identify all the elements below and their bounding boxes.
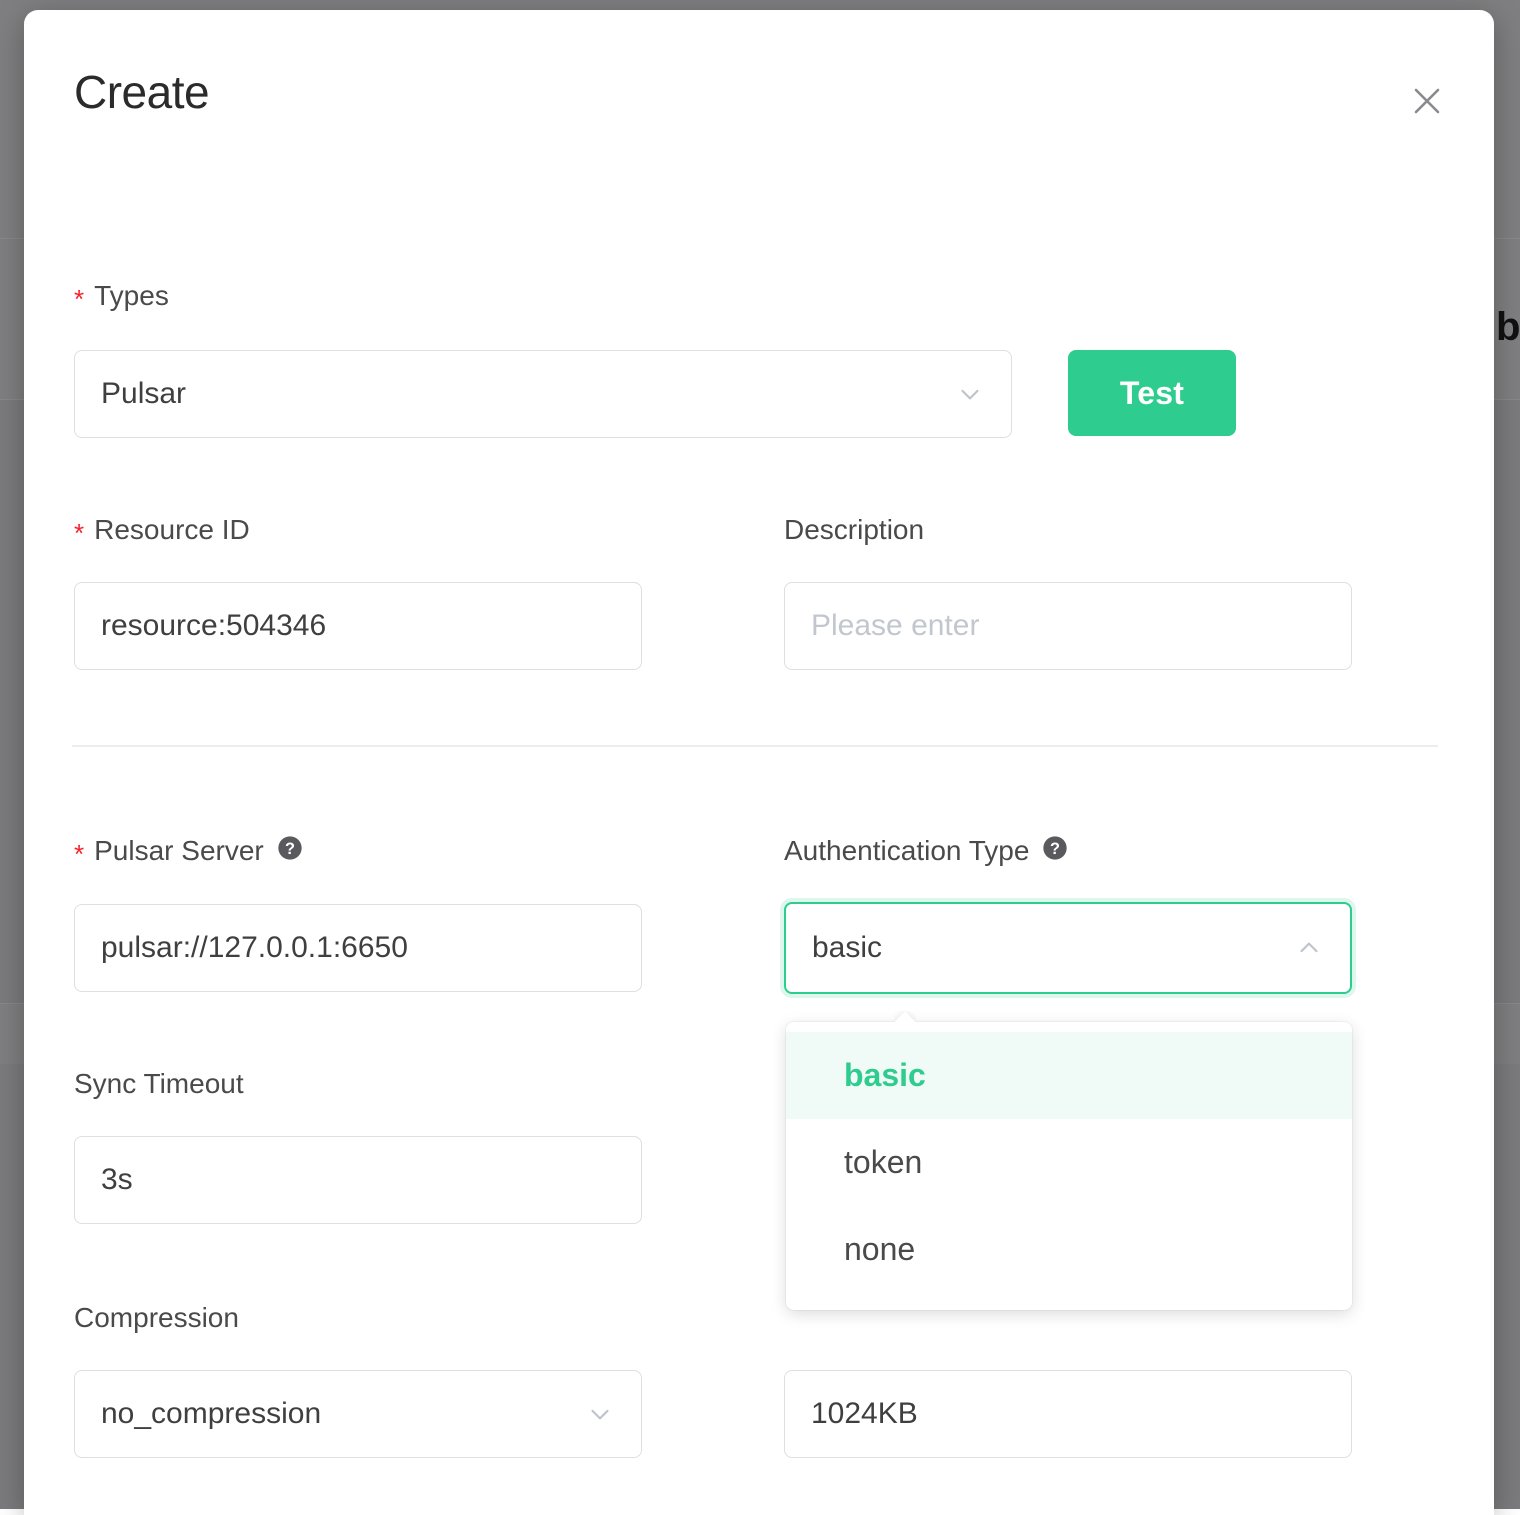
dialog-title: Create (74, 65, 209, 119)
svg-text:?: ? (285, 840, 295, 858)
sync-timeout-value: 3s (101, 1163, 615, 1197)
authentication-type-label: Authentication Type? (784, 836, 1069, 869)
dropdown-option-none[interactable]: none (786, 1206, 1352, 1293)
batch-size-input[interactable]: 1024KB (784, 1370, 1352, 1458)
pulsar-server-value: pulsar://127.0.0.1:6650 (101, 931, 615, 965)
description-label: Description (784, 516, 924, 544)
batch-size-value: 1024KB (811, 1397, 1325, 1431)
dropdown-caret-icon (894, 1011, 916, 1022)
question-circle-icon[interactable]: ? (1041, 834, 1069, 867)
pulsar-server-label: * Pulsar Server? (74, 836, 304, 869)
pulsar-server-label-text: Pulsar Server (94, 835, 264, 866)
resource-id-label-text: Resource ID (94, 514, 250, 545)
authentication-type-select[interactable]: basic (784, 902, 1352, 994)
description-placeholder: Please enter (811, 609, 1325, 643)
description-input[interactable]: Please enter (784, 582, 1352, 670)
question-circle-icon[interactable]: ? (276, 834, 304, 867)
dropdown-option-basic[interactable]: basic (786, 1032, 1352, 1119)
types-select-value: Pulsar (101, 377, 955, 411)
authentication-type-value: basic (812, 931, 1294, 965)
authentication-type-label-text: Authentication Type (784, 835, 1029, 866)
compression-select[interactable]: no_compression (74, 1370, 642, 1458)
background-text-fragment: b (1496, 305, 1520, 350)
sync-timeout-label: Sync Timeout (74, 1070, 244, 1098)
compression-label: Compression (74, 1304, 239, 1332)
close-icon[interactable] (1404, 78, 1450, 124)
required-marker: * (74, 839, 84, 869)
required-marker: * (74, 518, 84, 548)
section-divider (72, 745, 1438, 747)
types-label-text: Types (94, 280, 169, 311)
resource-id-value: resource:504346 (101, 609, 615, 643)
test-button[interactable]: Test (1068, 350, 1236, 436)
compression-value: no_compression (101, 1397, 585, 1431)
types-label: *Types (74, 282, 169, 310)
authentication-type-dropdown: basic token none (786, 1022, 1352, 1310)
chevron-down-icon (585, 1399, 615, 1429)
types-select[interactable]: Pulsar (74, 350, 1012, 438)
chevron-down-icon (955, 379, 985, 409)
chevron-up-icon (1294, 933, 1324, 963)
required-marker: * (74, 284, 84, 314)
dropdown-option-token[interactable]: token (786, 1119, 1352, 1206)
resource-id-label: *Resource ID (74, 516, 250, 544)
svg-text:?: ? (1050, 840, 1060, 858)
resource-id-input[interactable]: resource:504346 (74, 582, 642, 670)
pulsar-server-input[interactable]: pulsar://127.0.0.1:6650 (74, 904, 642, 992)
sync-timeout-input[interactable]: 3s (74, 1136, 642, 1224)
